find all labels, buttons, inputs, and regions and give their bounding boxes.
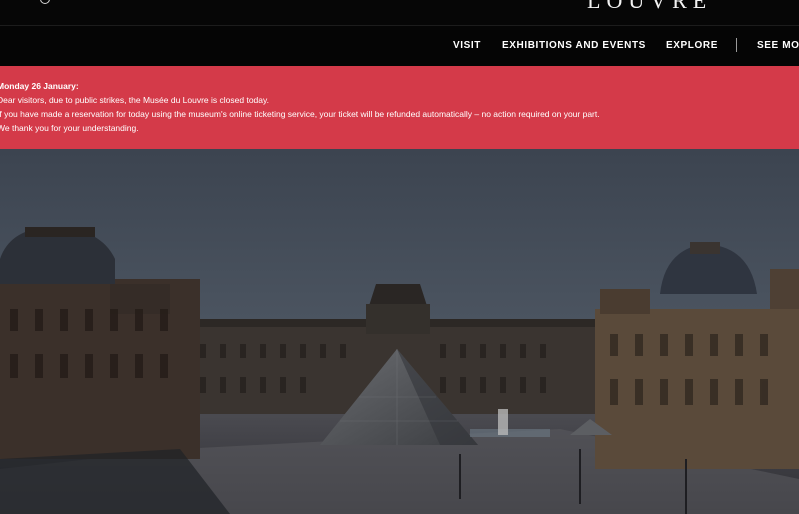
hero-image xyxy=(0,149,799,514)
nav-visit[interactable]: VISIT xyxy=(453,40,481,51)
closure-alert-banner: Monday 26 January: Dear visitors, due to… xyxy=(0,66,799,149)
alert-line-1: Dear visitors, due to public strikes, th… xyxy=(0,95,269,105)
alert-line-3: We thank you for your understanding. xyxy=(0,123,139,133)
nav-see-more[interactable]: SEE MO xyxy=(757,40,799,51)
top-header-bar: LOUVRE xyxy=(0,0,799,26)
nav-exhibitions-and-events[interactable]: EXHIBITIONS AND EVENTS xyxy=(502,40,646,51)
alert-title: Monday 26 January: xyxy=(0,81,79,91)
nav-divider xyxy=(736,38,737,52)
alert-line-2: If you have made a reservation for today… xyxy=(0,109,600,119)
louvre-logo[interactable]: LOUVRE xyxy=(587,0,712,14)
louvre-courtyard-illustration xyxy=(0,149,799,514)
nav-explore[interactable]: EXPLORE xyxy=(666,40,718,51)
main-navigation: VISIT EXHIBITIONS AND EVENTS EXPLORE SEE… xyxy=(0,26,799,66)
user-icon[interactable] xyxy=(40,0,50,4)
alert-text: Monday 26 January: Dear visitors, due to… xyxy=(0,79,600,135)
